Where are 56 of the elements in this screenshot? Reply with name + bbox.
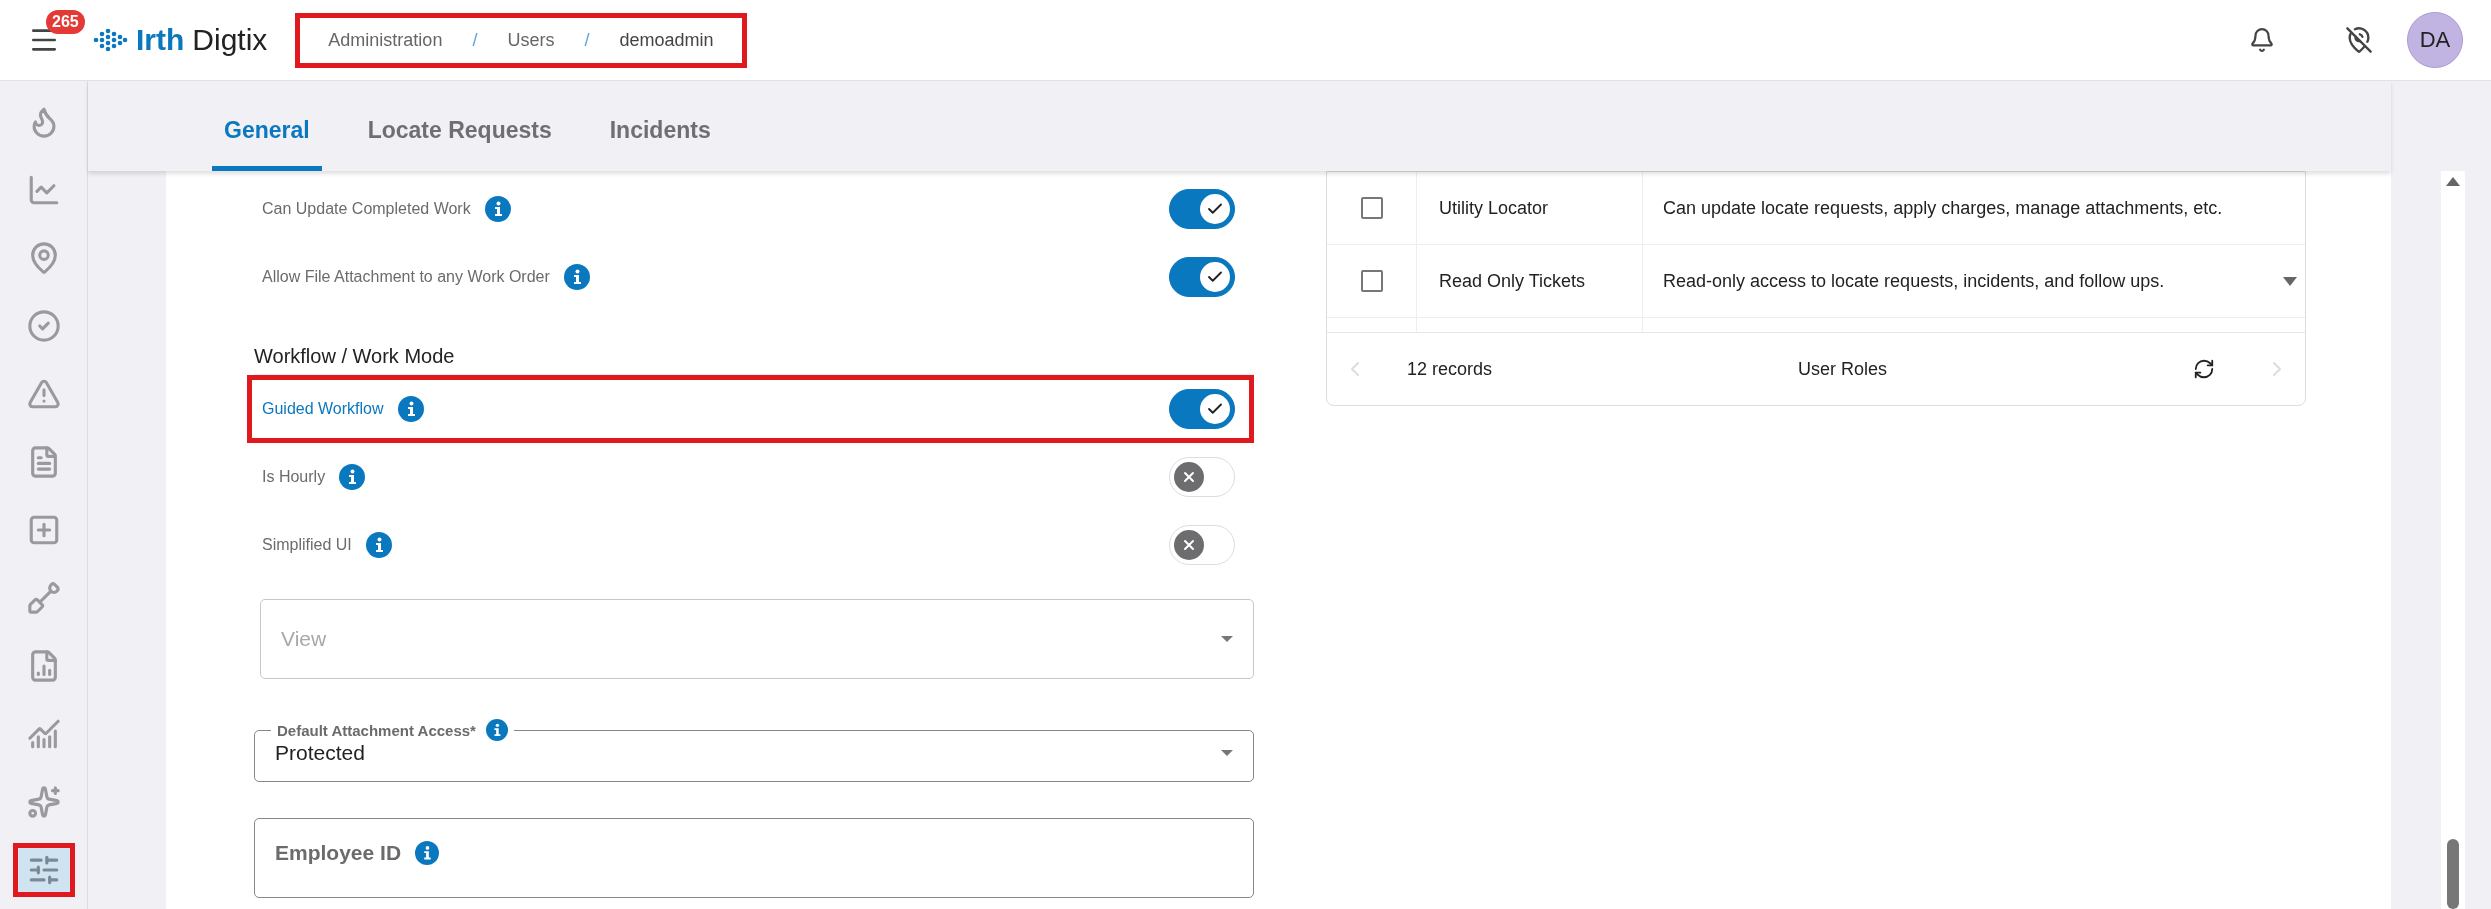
check-circle-icon <box>26 309 61 343</box>
logo-text: Irth <box>136 23 185 57</box>
section-heading: Workflow / Work Mode <box>254 345 1254 375</box>
table-cell-text: Read-only access to locate requests, incidents, and follow ups. <box>1662 269 2166 293</box>
setting-label: Can Update Completed Work <box>262 200 471 218</box>
scrollbar[interactable] <box>2441 171 2465 909</box>
sparkles-icon <box>26 785 61 819</box>
breadcrumb-link[interactable]: Administration <box>328 29 443 51</box>
table-cell: Read Only Tickets <box>1417 245 1643 317</box>
refresh-icon[interactable] <box>2193 358 2215 380</box>
scroll-down-icon[interactable] <box>2283 276 2297 286</box>
setting-label: Simplified UI <box>262 536 352 554</box>
checkbox[interactable] <box>1360 197 1383 219</box>
setting-label: Allow File Attachment to any Work Order <box>262 268 550 286</box>
sidebar-item[interactable] <box>12 843 75 897</box>
toggle-switch[interactable] <box>1169 389 1235 429</box>
bell-icon <box>2249 27 2275 53</box>
table-cell: Utility Locator <box>1417 172 1643 244</box>
setting-label: Is Hourly <box>262 468 326 486</box>
tab[interactable]: Locate Requests <box>355 117 564 171</box>
close-icon <box>1181 469 1197 485</box>
location-off-icon <box>2345 26 2373 54</box>
field-label: Employee ID <box>275 841 402 865</box>
toggle-switch[interactable] <box>1169 257 1235 297</box>
info-icon[interactable] <box>563 264 590 290</box>
table-cell-text: Can update locate requests, apply charges, manage attachments, etc. <box>1662 196 2224 220</box>
employee-id-field[interactable]: Employee ID <box>254 818 1254 898</box>
caret-icon <box>1221 636 1233 642</box>
caret-icon <box>1221 750 1233 756</box>
table-title: User Roles <box>1798 358 1888 380</box>
info-icon[interactable] <box>485 719 508 741</box>
breadcrumb-current[interactable]: demoadmin <box>619 29 714 51</box>
close-icon <box>1181 537 1197 553</box>
select-value: Protected <box>275 741 366 765</box>
shovel-icon <box>26 581 61 615</box>
toggle-switch[interactable] <box>1169 189 1235 229</box>
field-label: Default Attachment Access* <box>277 721 476 739</box>
info-icon[interactable] <box>415 841 440 865</box>
user-avatar[interactable]: DA <box>2407 12 2463 68</box>
breadcrumb-link[interactable]: Users <box>507 29 555 51</box>
bar-line-chart-icon <box>26 717 61 751</box>
setting-label: Guided Workflow <box>262 400 384 418</box>
warning-icon <box>26 377 61 411</box>
tab[interactable]: Incidents <box>597 117 723 171</box>
info-icon[interactable] <box>365 532 392 558</box>
breadcrumb-separator: / <box>584 29 590 51</box>
info-icon[interactable] <box>339 464 366 490</box>
notification-badge: 265 <box>46 10 85 34</box>
logo-mark-icon <box>92 28 128 52</box>
breadcrumb-separator: / <box>472 29 478 51</box>
logo-text: Digtix <box>192 23 268 57</box>
attachment-access-select[interactable]: Default Attachment Access* Protected <box>254 719 1254 782</box>
info-icon[interactable] <box>397 396 424 422</box>
checkbox[interactable] <box>1360 270 1383 292</box>
info-icon[interactable] <box>484 196 511 222</box>
record-count: 12 records <box>1407 358 1493 380</box>
